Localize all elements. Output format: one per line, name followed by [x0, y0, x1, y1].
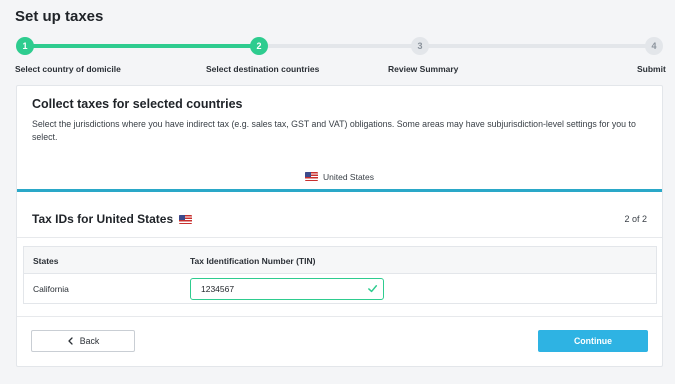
- state-cell: California: [33, 284, 69, 294]
- tax-ids-heading: Tax IDs for United States: [32, 212, 193, 226]
- table-row: California: [24, 274, 656, 304]
- step-1-indicator: 1: [16, 37, 34, 55]
- country-tab-label: United States: [322, 171, 375, 182]
- stepper-track-remaining: [260, 44, 655, 48]
- continue-button[interactable]: Continue: [538, 330, 648, 352]
- us-flag-icon: [179, 214, 193, 224]
- collect-section-description: Select the jurisdictions where you have …: [32, 119, 636, 142]
- check-icon: [368, 285, 378, 293]
- column-header-tin: Tax Identification Number (TIN): [190, 256, 316, 266]
- tab-united-states[interactable]: United States: [17, 164, 662, 192]
- step-3-indicator: 3: [411, 37, 429, 55]
- chevron-left-icon: [68, 337, 73, 345]
- table-header: States Tax Identification Number (TIN): [24, 247, 656, 274]
- step-4-label: Submit: [637, 64, 666, 74]
- step-2-label: Select destination countries: [206, 64, 320, 74]
- tax-ids-title: Tax IDs for United States: [32, 212, 174, 226]
- column-header-states: States: [33, 256, 59, 266]
- back-button[interactable]: Back: [31, 330, 135, 352]
- page-count: 2 of 2: [624, 214, 647, 224]
- collect-section-title: Collect taxes for selected countries: [32, 97, 243, 111]
- stepper-track-completed: [24, 44, 260, 48]
- step-2-indicator: 2: [250, 37, 268, 55]
- step-1-label: Select country of domicile: [15, 64, 121, 74]
- page-title: Set up taxes: [15, 8, 104, 25]
- tin-input-california[interactable]: [190, 278, 384, 300]
- back-button-label: Back: [79, 336, 100, 346]
- step-3-label: Review Summary: [388, 64, 459, 74]
- tax-id-table: States Tax Identification Number (TIN) C…: [23, 246, 657, 304]
- step-4-indicator: 4: [645, 37, 663, 55]
- divider: [17, 316, 662, 317]
- tax-setup-card: Collect taxes for selected countries Sel…: [16, 85, 663, 367]
- us-flag-icon: [304, 172, 318, 181]
- divider: [17, 237, 662, 238]
- progress-stepper: 1 2 3 4 Select country of domicile Selec…: [0, 36, 675, 76]
